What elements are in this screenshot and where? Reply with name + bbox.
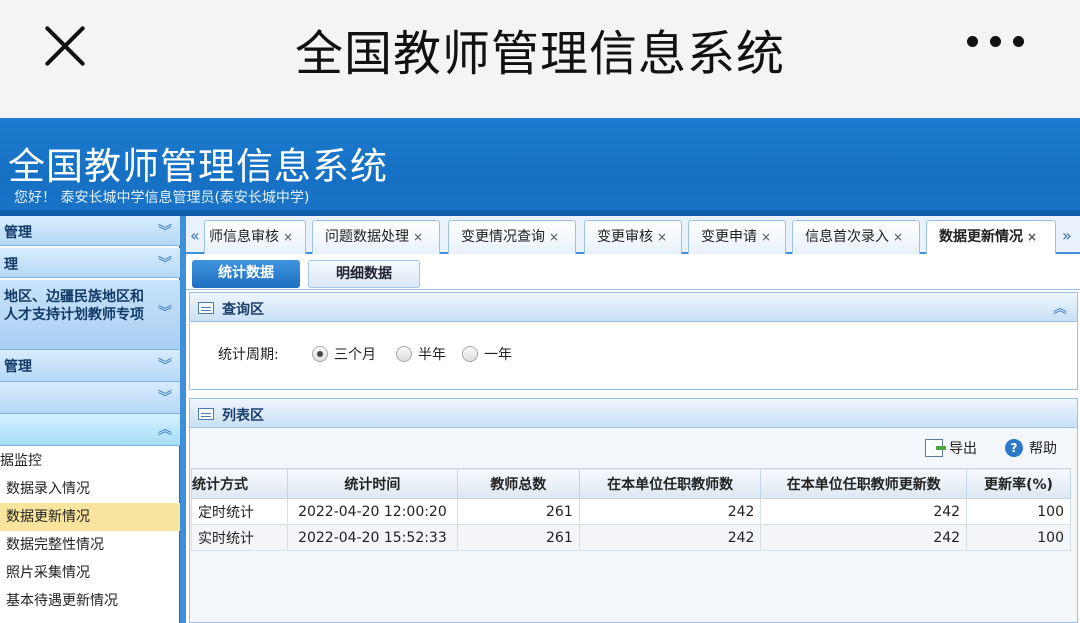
tab-label: 变更情况查询	[461, 229, 545, 245]
list-icon	[198, 408, 214, 420]
radio-icon[interactable]	[462, 346, 478, 362]
sidebar-group-label: 人才支持计划教师专项	[4, 307, 144, 323]
period-label: 统计周期:	[218, 347, 279, 363]
sidebar-item-completeness[interactable]: 数据完整性情况	[0, 531, 180, 559]
close-icon[interactable]: ×	[761, 230, 771, 244]
column-header[interactable]: 在本单位任职教师数	[578, 468, 762, 499]
subtab-detail[interactable]: 明细数据	[308, 260, 420, 288]
list-icon	[198, 302, 214, 314]
tab-first-entry[interactable]: 信息首次录入 ×	[792, 220, 920, 254]
export-icon	[925, 439, 946, 457]
sidebar-group-2[interactable]: 理 ︾	[0, 248, 180, 278]
table-header-row: 统计方式 统计时间 教师总数 在本单位任职教师数 在本单位任职教师更新数 更新率…	[191, 468, 1071, 499]
table-cell: 242	[578, 498, 762, 525]
tab-label: 问题数据处理	[325, 229, 409, 245]
table-row[interactable]: 实时统计 2022-04-20 15:52:33 261 242 242 100	[191, 524, 1071, 551]
close-icon[interactable]: ×	[657, 230, 667, 244]
chevron-up-icon: ︽	[158, 422, 172, 438]
stats-table: 统计方式 统计时间 教师总数 在本单位任职教师数 在本单位任职教师更新数 更新率…	[191, 468, 1071, 551]
column-header[interactable]: 教师总数	[456, 468, 580, 499]
close-icon[interactable]: ×	[549, 230, 559, 244]
column-header[interactable]: 统计方式	[191, 468, 288, 499]
table-cell: 2022-04-20 12:00:20	[286, 498, 458, 525]
help-button[interactable]: ? 帮助	[1005, 438, 1057, 458]
sidebar-group-6[interactable]: ︽	[0, 414, 180, 446]
sidebar-item-monitor[interactable]: 据监控	[0, 447, 180, 475]
sidebar-group-label: 地区、边疆民族地区和	[4, 289, 144, 305]
tab-change-review[interactable]: 变更审核 ×	[584, 220, 682, 254]
app-title: 全国教师管理信息系统	[8, 145, 388, 188]
sidebar-item-photo[interactable]: 照片采集情况	[0, 559, 180, 587]
tab-label: 数据更新情况	[939, 229, 1023, 245]
user-greeting: 您好！ 泰安长城中学信息管理员(泰安长城中学)	[14, 190, 310, 206]
close-icon[interactable]: ×	[283, 230, 293, 244]
chevron-down-icon: ︾	[158, 358, 172, 374]
table-cell: 100	[966, 524, 1071, 551]
sidebar-item-entry[interactable]: 数据录入情况	[0, 475, 180, 503]
sidebar-group-label: 管理	[4, 359, 32, 375]
help-icon: ?	[1005, 439, 1023, 457]
query-panel: 统计周期: 三个月 半年 一年	[189, 322, 1078, 390]
tab-data-update[interactable]: 数据更新情况 ×	[926, 220, 1056, 254]
column-header[interactable]: 更新率(%)	[966, 468, 1071, 499]
table-cell: 242	[760, 498, 968, 525]
radio-icon[interactable]	[396, 346, 412, 362]
table-cell: 261	[456, 524, 580, 551]
mobile-header: 全国教师管理信息系统	[0, 0, 1080, 118]
subtab-bar: 统计数据 明细数据	[186, 256, 1080, 290]
sidebar-item-update[interactable]: 数据更新情况	[0, 503, 180, 531]
radio-selected-icon[interactable]	[312, 346, 328, 362]
table-cell: 定时统计	[191, 498, 288, 525]
query-panel-header: 查询区 ︽	[189, 292, 1078, 322]
mobile-title: 全国教师管理信息系统	[294, 26, 785, 82]
tab-change-request[interactable]: 变更申请 ×	[688, 220, 786, 254]
tab-bar: « 师信息审核 × 问题数据处理 × 变更情况查询 × 变更审核 × 变更申请 × 信息首…	[186, 216, 1080, 254]
sidebar-group-4[interactable]: 管理 ︾	[0, 350, 180, 382]
table-cell: 2022-04-20 15:52:33	[286, 524, 458, 551]
chevron-down-icon: ︾	[158, 305, 172, 321]
query-panel-title: 查询区	[222, 302, 264, 318]
table-row[interactable]: 定时统计 2022-04-20 12:00:20 261 242 242 100	[191, 498, 1071, 525]
tab-label: 变更审核	[597, 229, 653, 245]
chevron-down-icon: ︾	[158, 224, 172, 240]
tab-label: 变更申请	[701, 229, 757, 245]
table-cell: 100	[966, 498, 1071, 525]
close-icon[interactable]: ×	[413, 230, 423, 244]
subtab-stat[interactable]: 统计数据	[192, 260, 300, 288]
close-icon[interactable]: ×	[893, 230, 903, 244]
tab-prev-icon[interactable]: «	[190, 226, 200, 245]
sidebar-group-3[interactable]: 地区、边疆民族地区和 人才支持计划教师专项 ︾	[0, 280, 180, 350]
tab-teacher-review[interactable]: 师信息审核 ×	[204, 220, 306, 254]
table-cell: 261	[456, 498, 580, 525]
tab-label: 信息首次录入	[805, 229, 889, 245]
export-button[interactable]: 导出	[925, 438, 977, 458]
table-cell: 242	[760, 524, 968, 551]
tab-problem-data[interactable]: 问题数据处理 ×	[312, 220, 440, 254]
chevron-down-icon: ︾	[158, 256, 172, 272]
app-banner: 全国教师管理信息系统 您好！ 泰安长城中学信息管理员(泰安长城中学)	[0, 118, 1080, 214]
chevron-down-icon: ︾	[158, 390, 172, 406]
radio-half-year[interactable]: 半年	[396, 344, 446, 364]
sidebar-group-1[interactable]: 管理 ︾	[0, 216, 180, 246]
column-header[interactable]: 统计时间	[286, 468, 458, 499]
more-icon[interactable]	[967, 36, 1024, 47]
sidebar-group-label: 管理	[4, 225, 32, 241]
tab-next-icon[interactable]: »	[1062, 226, 1072, 245]
column-header[interactable]: 在本单位任职教师更新数	[760, 468, 968, 499]
list-panel-header: 列表区	[189, 398, 1078, 428]
collapse-icon[interactable]: ︽	[1053, 298, 1067, 318]
radio-one-year[interactable]: 一年	[462, 344, 512, 364]
sidebar-menu: 据监控 数据录入情况 数据更新情况 数据完整性情况 照片采集情况 基本待遇更新情…	[0, 447, 180, 615]
table-cell: 实时统计	[191, 524, 288, 551]
sidebar-group-5[interactable]: ︾	[0, 382, 180, 414]
table-cell: 242	[578, 524, 762, 551]
sidebar-group-label: 理	[4, 257, 18, 273]
radio-three-months[interactable]: 三个月	[312, 344, 376, 364]
list-toolbar: 导出 ? 帮助	[925, 438, 1057, 458]
list-panel-title: 列表区	[222, 408, 264, 424]
tab-label: 师信息审核	[209, 229, 279, 245]
close-icon[interactable]: ×	[1027, 230, 1037, 244]
tab-change-query[interactable]: 变更情况查询 ×	[448, 220, 576, 254]
sidebar-item-salary[interactable]: 基本待遇更新情况	[0, 587, 180, 615]
